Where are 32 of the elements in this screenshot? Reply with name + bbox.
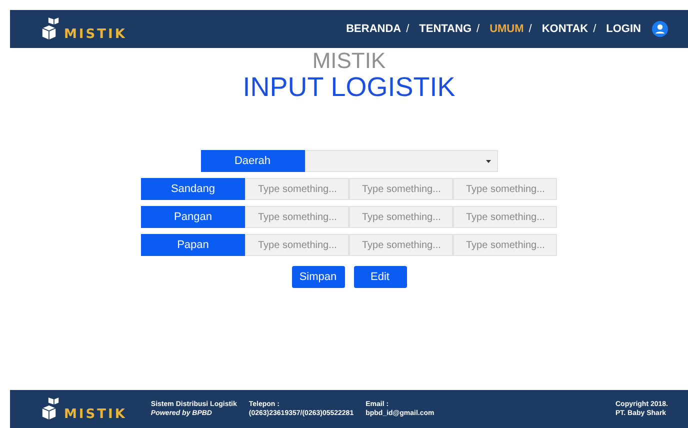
logo-text: MISTIK: [64, 407, 127, 422]
boxes-icon: [40, 16, 62, 42]
input-field[interactable]: Type something...: [349, 234, 453, 256]
field-label: Papan: [141, 234, 245, 256]
action-button[interactable]: Simpan: [292, 266, 344, 288]
nav-link[interactable]: BERANDA: [346, 23, 402, 35]
input-field[interactable]: Type something...: [245, 206, 349, 228]
nav-link[interactable]: TENTANG: [419, 23, 472, 35]
input-field[interactable]: Type something...: [453, 206, 557, 228]
field-label: Daerah: [200, 150, 304, 172]
nav-separator: /: [476, 23, 480, 35]
nav-link[interactable]: KONTAK: [542, 23, 588, 35]
field-label: Pangan: [141, 206, 245, 228]
user-icon[interactable]: [652, 21, 668, 37]
action-button[interactable]: Edit: [354, 266, 406, 288]
field-label: Sandang: [141, 178, 245, 200]
boxes-icon: [40, 396, 62, 422]
nav-separator: /: [528, 23, 532, 35]
input-field[interactable]: Type something...: [349, 206, 453, 228]
input-field[interactable]: Type something...: [245, 234, 349, 256]
caret-icon: [486, 160, 490, 162]
nav-link[interactable]: LOGIN: [606, 23, 641, 35]
nav-separator: /: [406, 23, 410, 35]
nav-separator: /: [593, 23, 596, 35]
input-field[interactable]: Type something...: [453, 178, 557, 200]
page-title: INPUT LOGISTIK: [242, 72, 456, 102]
backdrop-text: MISTIK: [312, 50, 386, 72]
logo-text: MISTIK: [64, 27, 127, 42]
input-field[interactable]: Type something...: [349, 178, 453, 200]
input-field[interactable]: Type something...: [245, 178, 349, 200]
input-field[interactable]: Type something...: [453, 234, 557, 256]
nav-link[interactable]: UMUM: [490, 23, 524, 35]
